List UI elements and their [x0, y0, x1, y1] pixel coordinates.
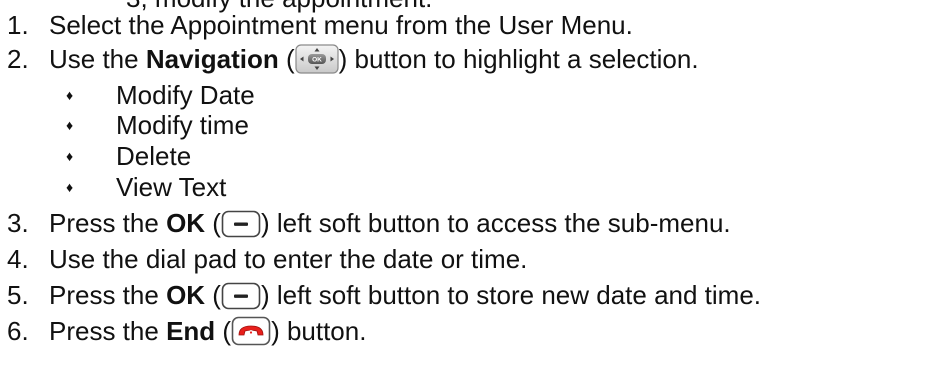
sub-item-label: Modify time: [116, 110, 249, 140]
step-3: 3. Press the OK ( ) left soft button to a…: [7, 208, 731, 244]
step-text-post: ) left soft button to access the sub-men…: [260, 208, 731, 238]
sub-item-label: Delete: [116, 141, 192, 171]
step-number: 5.: [7, 280, 29, 310]
paren-open: (: [205, 280, 221, 310]
left-soft-key-icon: [221, 210, 261, 244]
sub-item-delete: ♦ Delete: [66, 141, 191, 171]
step-number: 4.: [7, 244, 29, 274]
step-text-post: ) button.: [271, 316, 367, 346]
ok-label: OK: [166, 280, 206, 310]
step-5: 5. Press the OK ( ) left soft button to s…: [7, 280, 761, 316]
step-text-pre: Press the: [49, 316, 167, 346]
navigation-key-icon: OK: [295, 44, 339, 80]
step-number: 3.: [7, 208, 29, 238]
step-text: Use the dial pad to enter the date or ti…: [49, 244, 528, 274]
step-text-pre: Press the: [49, 208, 167, 238]
step-text-post: ) button to highlight a selection.: [338, 44, 699, 74]
step-text-pre: Use the: [49, 44, 146, 74]
step-text-pre: Press the: [49, 280, 167, 310]
step-6: 6. Press the End ( ) button.: [7, 316, 366, 352]
paren-open: (: [215, 316, 232, 346]
step-4: 4. Use the dial pad to enter the date or …: [7, 244, 527, 274]
sub-item-label: Modify Date: [116, 80, 255, 110]
navigation-ok-label: OK: [312, 57, 322, 64]
bullet-icon: ♦: [66, 117, 74, 133]
sub-item-modify-time: ♦ Modify time: [66, 110, 249, 140]
bullet-icon: ♦: [66, 179, 74, 195]
paren-open: (: [278, 44, 295, 74]
step-number: 6.: [7, 316, 29, 346]
sub-item-modify-date: ♦ Modify Date: [66, 80, 255, 110]
step-1: 1. Select the Appointment menu from the U…: [7, 10, 633, 40]
navigation-label: Navigation: [145, 44, 279, 74]
end-label: End: [166, 316, 216, 346]
step-2: 2. Use the Navigation ( OK ) button to hi…: [7, 44, 699, 80]
sub-item-view-text: ♦ View Text: [66, 172, 226, 202]
bullet-icon: ♦: [66, 148, 74, 164]
step-number: 1.: [7, 10, 29, 40]
sub-item-label: View Text: [116, 172, 227, 202]
step-text-post: ) left soft button to store new date and…: [260, 280, 762, 310]
step-number: 2.: [7, 44, 29, 74]
step-text: Select the Appointment menu from the Use…: [49, 10, 633, 40]
left-soft-key-icon: [221, 282, 261, 316]
end-call-key-icon: [231, 316, 271, 352]
paren-open: (: [205, 208, 221, 238]
ok-label: OK: [166, 208, 206, 238]
truncated-line: 3, modify the appointment.: [126, 0, 432, 11]
bullet-icon: ♦: [66, 87, 74, 103]
